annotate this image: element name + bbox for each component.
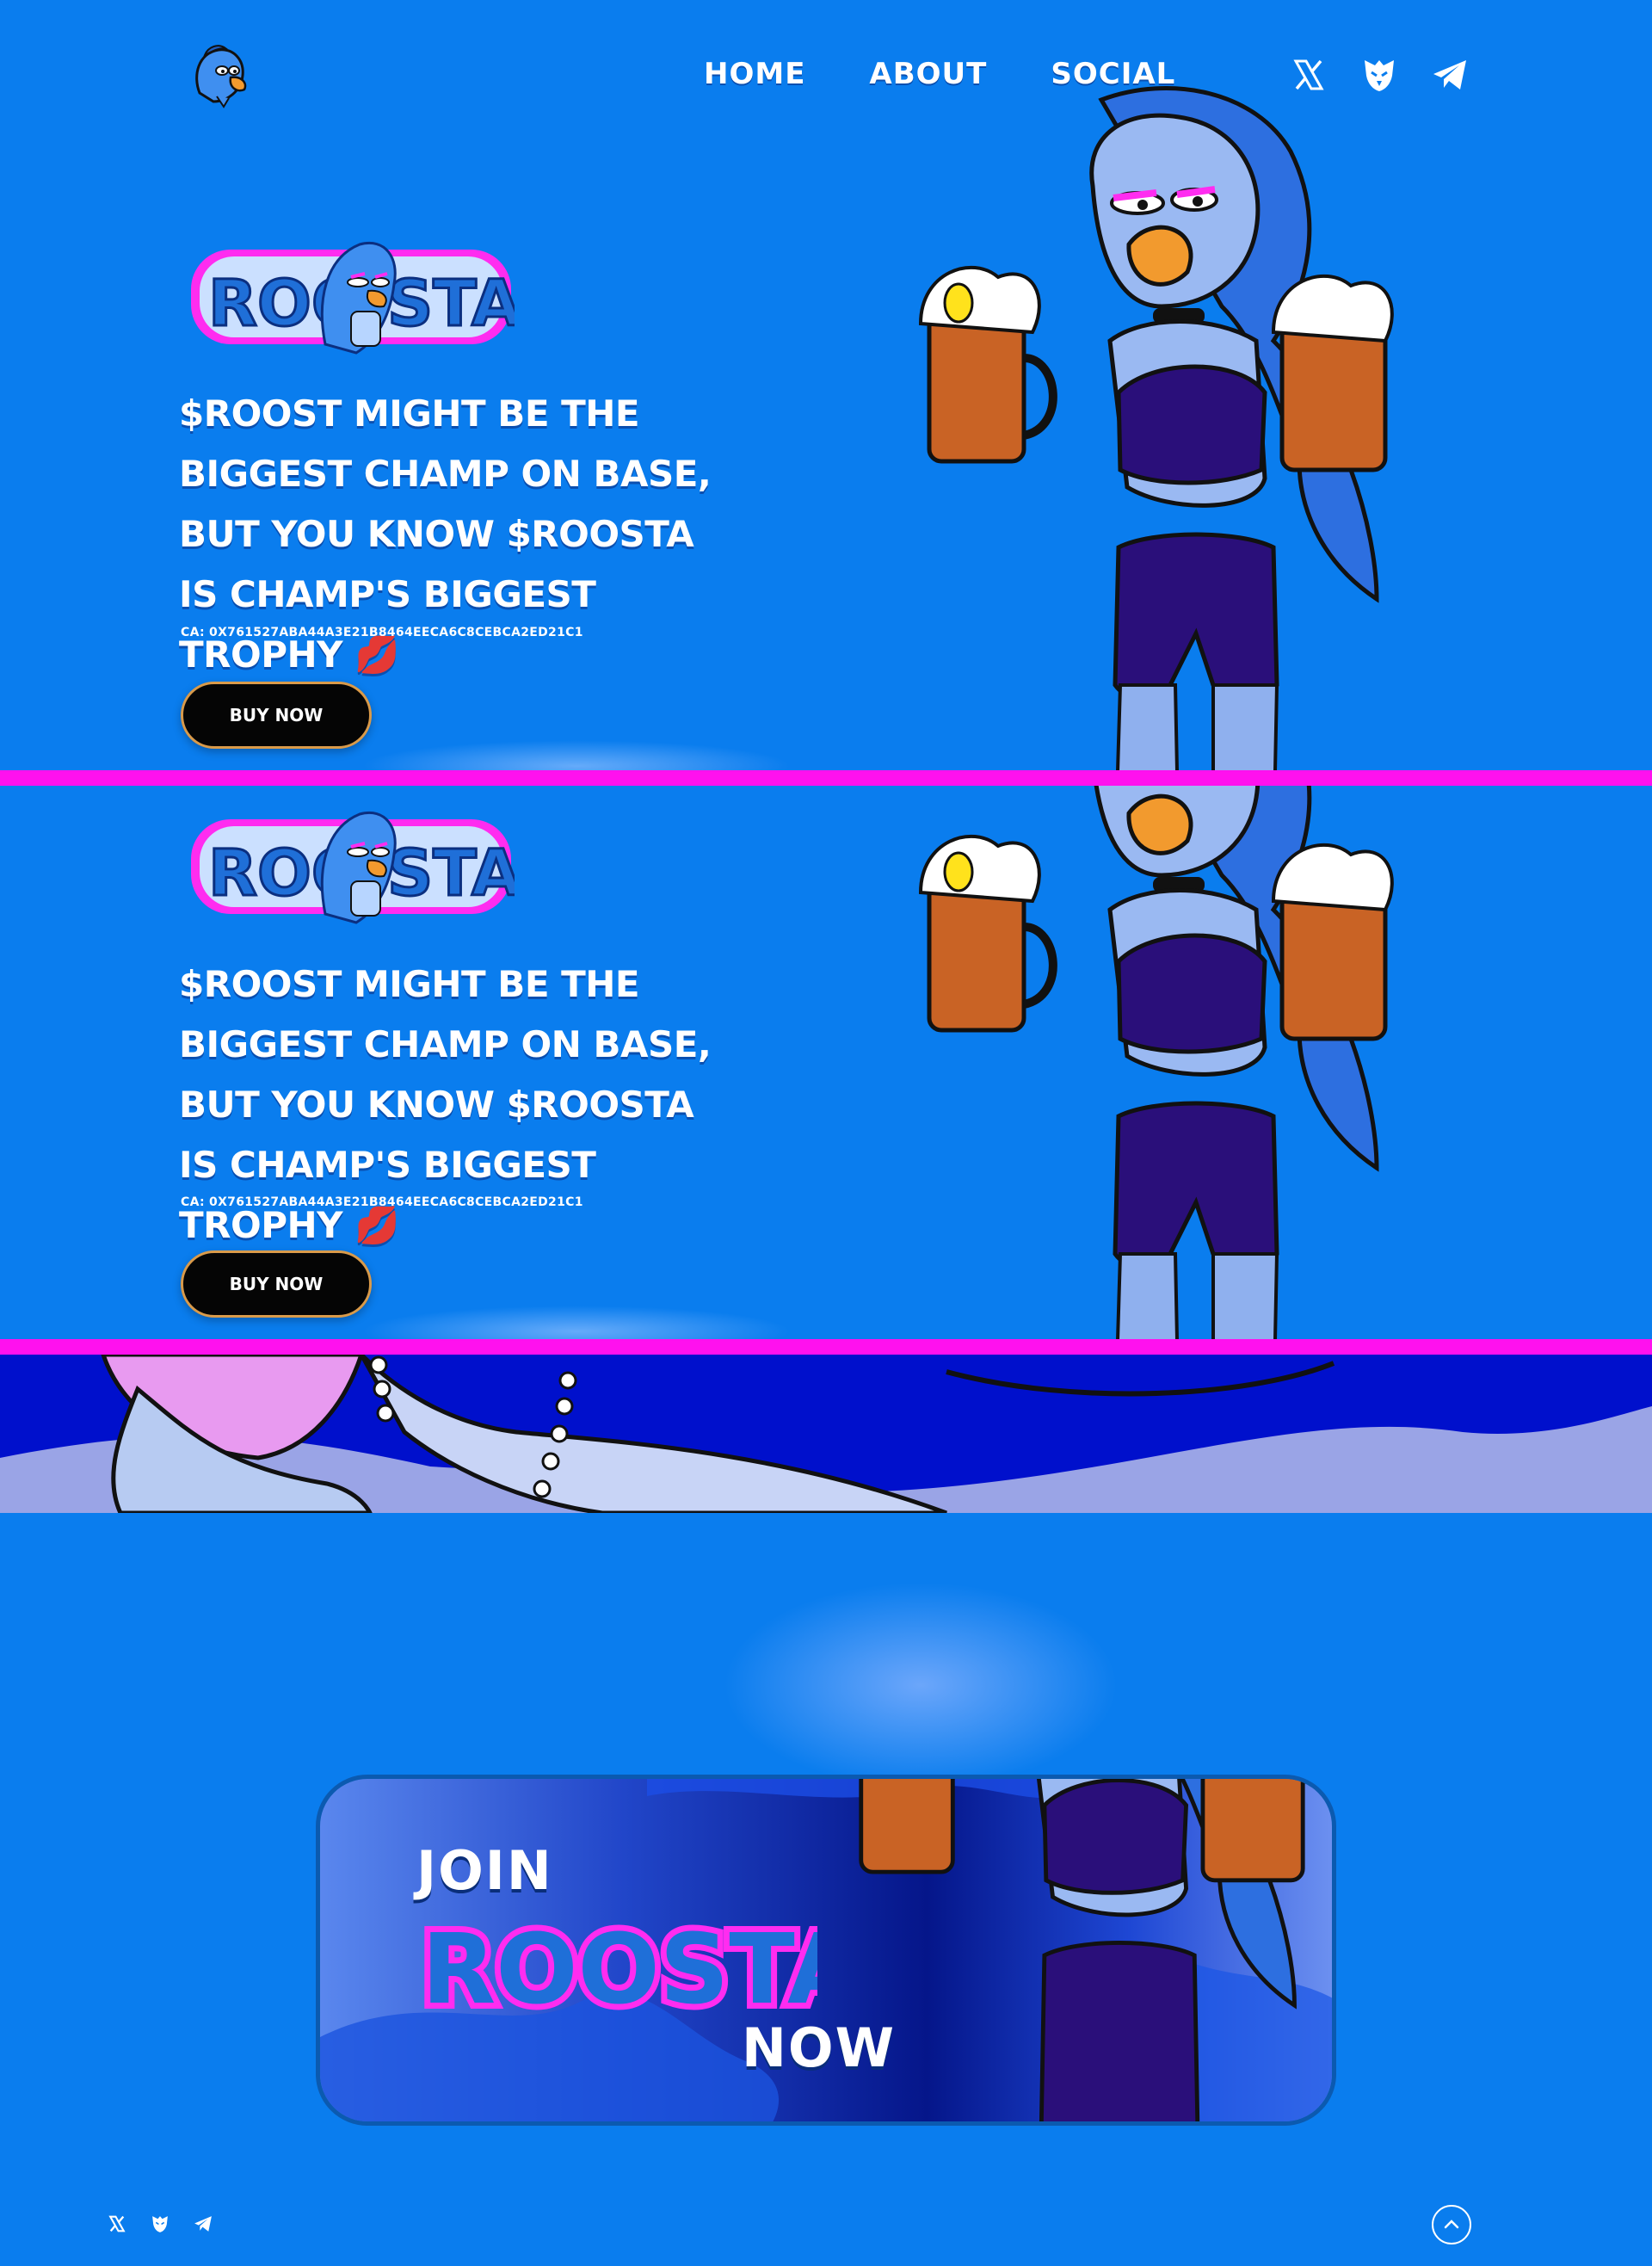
join-banner[interactable]: JOIN ROOSTA NOW — [316, 1775, 1336, 2126]
telegram-icon[interactable] — [193, 2214, 213, 2234]
main-nav: HOME ABOUT SOCIAL — [704, 57, 1175, 91]
contract-address[interactable]: CA: 0X761527ABA44A3E21B8464EECA6C8CEBCA2… — [181, 1195, 583, 1209]
x-icon[interactable] — [107, 2214, 127, 2234]
footer-social-links — [107, 2214, 213, 2234]
contract-address[interactable]: CA: 0X761527ABA44A3E21B8464EECA6C8CEBCA2… — [181, 626, 583, 639]
x-icon[interactable] — [1289, 55, 1328, 95]
roosta-character-illustration — [859, 1779, 1305, 2121]
art-banner — [0, 1355, 1652, 1513]
join-label: JOIN — [416, 1839, 553, 1902]
roosta-logo: ROO STA — [191, 242, 515, 355]
hero-section-repeat: ROO STA $ROOST MIGHT BE THE BIGGEST CHAM… — [0, 772, 1652, 1343]
roosta-character-illustration — [918, 86, 1394, 770]
eagle-icon[interactable] — [1359, 55, 1399, 95]
back-to-top-button[interactable] — [1432, 2205, 1471, 2244]
telegram-icon[interactable] — [1430, 55, 1470, 95]
hero-tagline: $ROOST MIGHT BE THE BIGGEST CHAMP ON BAS… — [179, 963, 712, 1246]
nav-link-about[interactable]: ABOUT — [869, 57, 987, 91]
section-divider — [0, 770, 1652, 786]
join-section: JOIN ROOSTA NOW — [0, 1513, 1652, 2193]
join-roosta-wordmark: ROOSTA — [416, 1908, 817, 2027]
nav-link-social[interactable]: SOCIAL — [1051, 57, 1175, 91]
buy-now-button[interactable]: BUY NOW — [181, 682, 372, 749]
hero-tagline: $ROOST MIGHT BE THE BIGGEST CHAMP ON BAS… — [179, 392, 712, 676]
section-divider — [0, 1339, 1652, 1355]
reclining-character-illustration — [0, 1355, 1652, 1513]
eagle-icon[interactable] — [150, 2214, 170, 2234]
buy-now-button[interactable]: BUY NOW — [181, 1250, 372, 1318]
site-header: HOME ABOUT SOCIAL — [0, 0, 1652, 155]
chevron-up-icon — [1444, 2220, 1459, 2229]
hero-glow — [361, 1306, 792, 1343]
roosta-logo: ROO STA — [191, 812, 515, 924]
roosta-character-illustration — [918, 772, 1394, 1343]
nav-social-links — [1289, 55, 1470, 95]
svg-text:STA: STA — [387, 267, 515, 341]
rooster-logo-icon[interactable] — [188, 41, 256, 110]
svg-text:STA: STA — [387, 837, 515, 911]
decorative-cloud — [723, 1582, 1119, 1788]
nav-link-home[interactable]: HOME — [704, 57, 805, 91]
join-brand-text: ROOSTA — [422, 1914, 817, 2026]
site-footer — [0, 2193, 1652, 2266]
hero-glow — [361, 740, 792, 770]
